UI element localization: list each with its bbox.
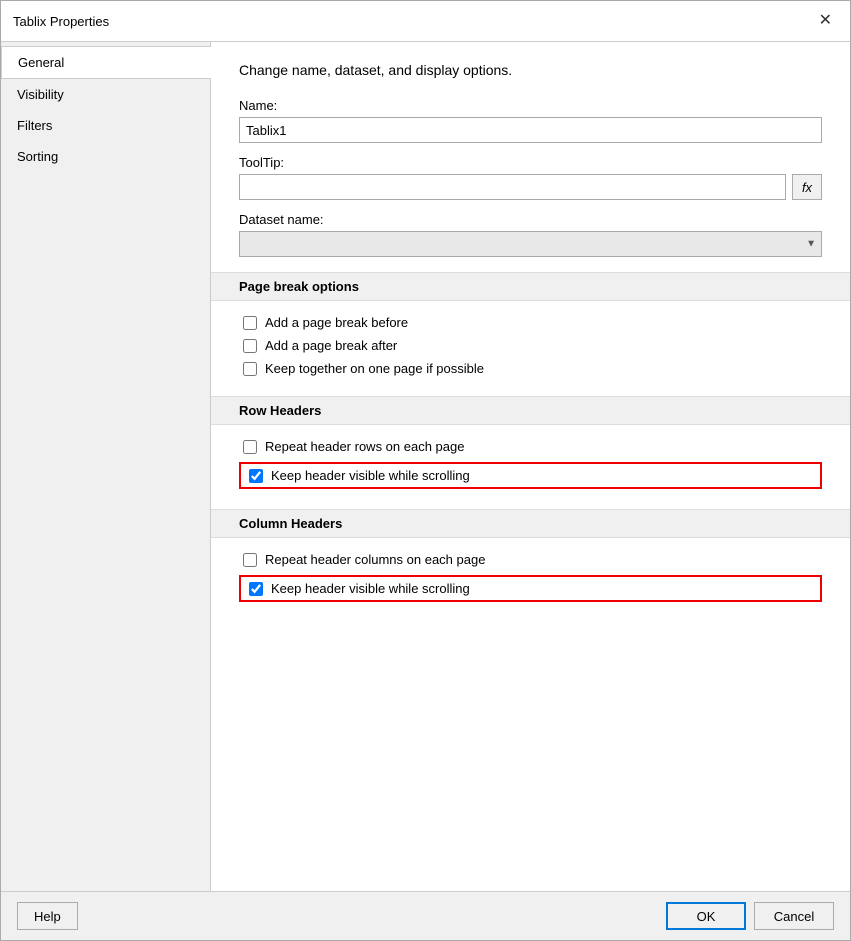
- page-break-section-header: Page break options: [211, 272, 850, 301]
- fx-button[interactable]: fx: [792, 174, 822, 200]
- name-label: Name:: [239, 98, 822, 113]
- sidebar-item-filters[interactable]: Filters: [1, 110, 210, 141]
- name-input[interactable]: [239, 117, 822, 143]
- row-headers-section-header: Row Headers: [211, 396, 850, 425]
- checkbox-keep-col-visible[interactable]: Keep header visible while scrolling: [239, 575, 822, 602]
- sidebar: General Visibility Filters Sorting: [1, 42, 211, 891]
- checkbox-repeat-rows[interactable]: Repeat header rows on each page: [239, 439, 822, 454]
- dialog-window: Tablix Properties ✕ General Visibility F…: [0, 0, 851, 941]
- dataset-dropdown[interactable]: [239, 231, 822, 257]
- column-headers-options: Repeat header columns on each page Keep …: [239, 548, 822, 622]
- close-button[interactable]: ✕: [813, 11, 838, 31]
- page-break-options: Add a page break before Add a page break…: [239, 311, 822, 396]
- dialog-footer: Help OK Cancel: [1, 891, 850, 940]
- dataset-dropdown-wrapper: ▼: [239, 231, 822, 257]
- footer-right: OK Cancel: [666, 902, 834, 930]
- sidebar-item-visibility[interactable]: Visibility: [1, 79, 210, 110]
- checkbox-repeat-rows-input[interactable]: [243, 440, 257, 454]
- tooltip-input[interactable]: [239, 174, 786, 200]
- help-button[interactable]: Help: [17, 902, 78, 930]
- page-break-section: Page break options Add a page break befo…: [239, 272, 822, 396]
- checkbox-keep-together-input[interactable]: [243, 362, 257, 376]
- cancel-button[interactable]: Cancel: [754, 902, 834, 930]
- checkbox-break-after[interactable]: Add a page break after: [239, 338, 822, 353]
- checkbox-repeat-cols-input[interactable]: [243, 553, 257, 567]
- tooltip-label: ToolTip:: [239, 155, 822, 170]
- title-bar: Tablix Properties ✕: [1, 1, 850, 42]
- dialog-body: General Visibility Filters Sorting Chang…: [1, 42, 850, 891]
- column-headers-section-header: Column Headers: [211, 509, 850, 538]
- row-headers-section: Row Headers Repeat header rows on each p…: [239, 396, 822, 509]
- column-headers-section: Column Headers Repeat header columns on …: [239, 509, 822, 622]
- main-description: Change name, dataset, and display option…: [239, 62, 822, 78]
- checkbox-repeat-cols[interactable]: Repeat header columns on each page: [239, 552, 822, 567]
- checkbox-break-after-input[interactable]: [243, 339, 257, 353]
- checkbox-break-before-input[interactable]: [243, 316, 257, 330]
- sidebar-item-general[interactable]: General: [1, 46, 211, 79]
- checkbox-keep-row-visible[interactable]: Keep header visible while scrolling: [239, 462, 822, 489]
- dialog-title: Tablix Properties: [13, 14, 109, 29]
- checkbox-keep-col-visible-input[interactable]: [249, 582, 263, 596]
- dataset-label: Dataset name:: [239, 212, 822, 227]
- tooltip-row: fx: [239, 174, 822, 200]
- checkbox-keep-row-visible-input[interactable]: [249, 469, 263, 483]
- main-panel: Change name, dataset, and display option…: [211, 42, 850, 891]
- checkbox-keep-together[interactable]: Keep together on one page if possible: [239, 361, 822, 376]
- sidebar-item-sorting[interactable]: Sorting: [1, 141, 210, 172]
- checkbox-break-before[interactable]: Add a page break before: [239, 315, 822, 330]
- row-headers-options: Repeat header rows on each page Keep hea…: [239, 435, 822, 509]
- ok-button[interactable]: OK: [666, 902, 746, 930]
